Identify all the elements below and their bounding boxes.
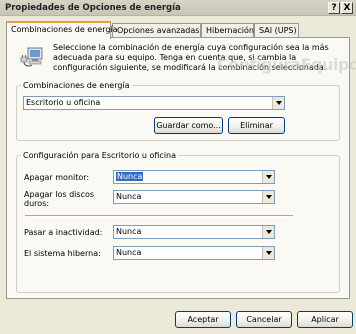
chevron-down-icon[interactable] <box>272 97 284 109</box>
close-button[interactable]: X <box>341 2 353 14</box>
save-as-button[interactable]: Guardar como... <box>154 117 223 134</box>
tab-advanced[interactable]: Opciones avanzadas <box>112 23 201 38</box>
chevron-down-icon[interactable] <box>262 247 274 259</box>
hard-disk-select[interactable]: Nunca <box>113 190 275 204</box>
tab-hibernate[interactable]: Hibernación <box>201 23 254 38</box>
hibernate-label: El sistema hiberna: <box>24 249 101 258</box>
ok-button[interactable]: Aceptar <box>175 311 231 328</box>
chevron-down-icon[interactable] <box>262 171 274 183</box>
window-title: Propiedades de Opciones de energía <box>5 3 181 13</box>
cancel-button[interactable]: Cancelar <box>236 311 292 328</box>
hibernate-select[interactable]: Nunca <box>113 246 275 260</box>
standby-label: Pasar a inactividad: <box>24 228 103 237</box>
tab-power-schemes[interactable]: Combinaciones de energía <box>6 21 118 39</box>
tab-panel: Seleccione la combinación de energía cuy… <box>6 37 356 299</box>
title-bar[interactable]: Propiedades de Opciones de energía ? X <box>0 0 356 16</box>
help-button[interactable]: ? <box>328 2 340 14</box>
chevron-down-icon[interactable] <box>262 226 274 238</box>
monitor-select-value: Nunca <box>116 172 144 181</box>
hibernate-select-value: Nunca <box>116 248 142 257</box>
schemes-legend: Combinaciones de energía <box>23 81 130 90</box>
delete-button[interactable]: Eliminar <box>228 117 285 134</box>
chevron-down-icon[interactable] <box>262 191 274 203</box>
watermark: ConfiguraEquipos <box>217 55 356 74</box>
scheme-select-value: Escritorio u oficina <box>26 98 101 107</box>
settings-legend: Configuración para Escritorio u oficina <box>23 151 177 160</box>
monitor-label: Apagar monitor: <box>24 173 90 182</box>
hard-disk-label: Apagar los discos duros: <box>24 190 95 208</box>
apply-button[interactable]: Aplicar <box>297 311 353 328</box>
settings-group: Configuración para Escritorio u oficina … <box>16 151 340 293</box>
power-plug-computer-icon <box>19 47 45 69</box>
power-options-dialog: Propiedades de Opciones de energía ? X C… <box>0 0 356 334</box>
settings-separator <box>25 215 293 217</box>
hard-disk-select-value: Nunca <box>116 192 142 201</box>
standby-select[interactable]: Nunca <box>113 225 275 239</box>
tab-ups[interactable]: SAI (UPS) <box>254 23 299 38</box>
scheme-select[interactable]: Escritorio u oficina <box>23 96 285 110</box>
schemes-group: Combinaciones de energía Escritorio u of… <box>16 81 340 141</box>
standby-select-value: Nunca <box>116 227 142 236</box>
monitor-select[interactable]: Nunca <box>113 170 275 184</box>
